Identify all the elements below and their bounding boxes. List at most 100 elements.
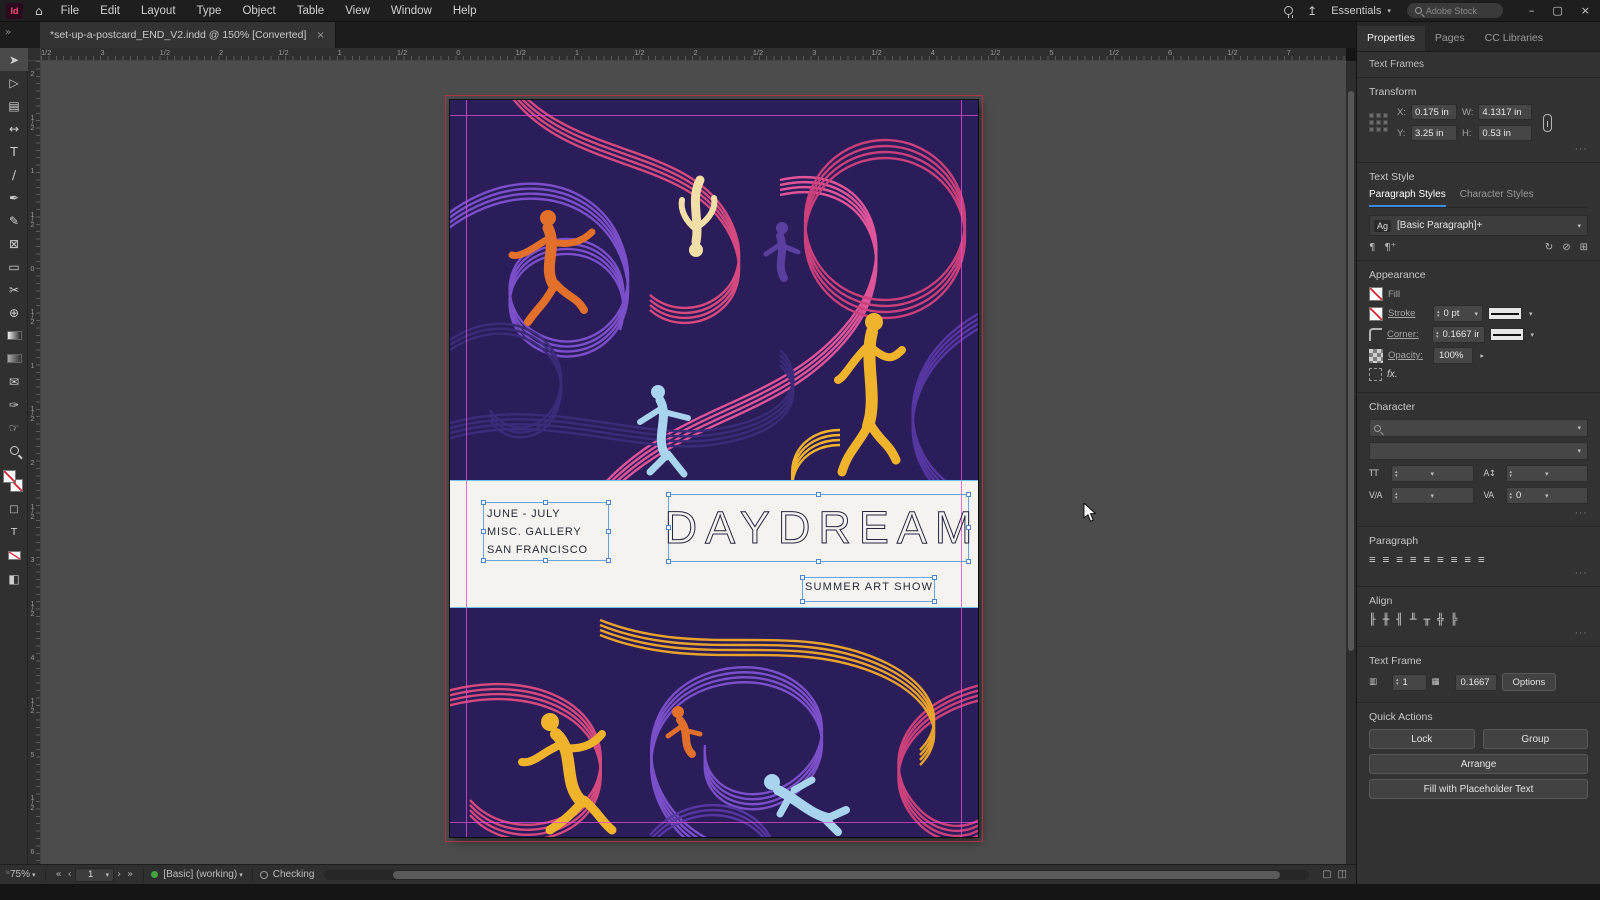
panel-collapse-icon[interactable]: » [5,27,11,38]
clear-overrides-icon[interactable]: ⊘ [1562,242,1570,253]
selection-handle[interactable] [606,558,611,563]
inset-stepper[interactable] [1454,673,1497,691]
x-input[interactable] [1410,104,1457,120]
object-effects-icon[interactable] [1369,368,1382,381]
more-options-button[interactable]: ··· [1369,629,1588,639]
preflight-profile[interactable]: [Basic] (working) [163,869,237,880]
close-button[interactable]: × [1581,4,1590,17]
kerning-stepper[interactable]: ▴ ▾ ▾ [1391,487,1474,504]
paragraph-align-button[interactable]: ≡ [1424,553,1431,566]
corner-radius-input[interactable] [1439,327,1482,342]
constrain-proportions-icon[interactable] [1543,113,1553,132]
bottom-panel-chevron-icon[interactable]: » [5,868,11,878]
tab-cc-libraries[interactable]: CC Libraries [1475,26,1553,51]
columns-input[interactable] [1399,675,1424,689]
align-button[interactable]: ╥ [1424,613,1431,626]
paragraph-align-button[interactable]: ≡ [1410,553,1417,566]
fill-swatch[interactable] [3,470,16,483]
arrange-button[interactable]: Arrange [1369,754,1588,774]
direct-selection-tool[interactable]: ▷ [0,71,28,94]
page-number-input[interactable] [77,869,104,880]
selection-handle[interactable] [543,500,548,505]
postcard-page[interactable]: JUNE - JULY MISC. GALLERY SAN FRANCISCO … [445,95,983,842]
hand-tool[interactable]: ☞ [0,416,28,439]
menu-object[interactable]: Object [242,5,275,17]
font-family-dropdown[interactable]: ▾ [1369,419,1588,437]
scrollbar-thumb[interactable] [393,870,1280,879]
gap-tool[interactable]: ↔ [0,117,28,140]
paragraph-align-button[interactable]: ≡ [1369,553,1376,566]
stepper-arrows-icon[interactable]: ▴ ▾ [1435,330,1440,339]
more-options-button[interactable]: ··· [1369,509,1588,519]
selection-handle[interactable] [481,500,486,505]
scrollbar-thumb[interactable] [1348,91,1354,651]
split-view-icon[interactable]: ◫ [1335,869,1350,880]
scissors-tool[interactable]: ✂ [0,278,28,301]
h-input[interactable] [1478,125,1533,141]
ruler-origin-box[interactable] [28,48,41,61]
workspace-switcher[interactable]: Essentials ▾ [1331,5,1393,17]
selection-tool[interactable]: ➤ [0,48,28,71]
w-input[interactable] [1478,104,1533,120]
minimize-button[interactable]: – [1529,4,1535,17]
line-tool[interactable]: ∕ [0,163,28,186]
apply-none-button[interactable] [0,544,28,567]
selection-handle[interactable] [966,525,971,530]
formatting-affects-text-button[interactable]: T [0,521,28,544]
eyedropper-tool[interactable]: ✑ [0,393,28,416]
more-options-button[interactable]: ··· [1369,569,1588,579]
info-text-frame[interactable]: JUNE - JULY MISC. GALLERY SAN FRANCISCO [481,500,611,563]
stroke-color-swatch[interactable] [1369,306,1383,321]
align-button[interactable]: ╠ [1451,613,1458,626]
align-button[interactable]: ╬ [1437,613,1444,626]
selection-handle[interactable] [666,492,671,497]
selection-handle[interactable] [800,575,805,580]
menu-view[interactable]: View [345,5,370,17]
selection-handle[interactable] [966,559,971,564]
indesign-logo[interactable]: Id [6,2,23,19]
paragraph-align-button[interactable]: ≡ [1396,553,1403,566]
style-options-icon[interactable]: ⊞ [1580,242,1588,253]
stroke-weight-stepper[interactable]: ▴▾ ▾ [1433,305,1484,322]
tab-properties[interactable]: Properties [1357,26,1425,51]
pencil-tool[interactable]: ✎ [0,209,28,232]
subtitle-text-frame[interactable]: SUMMER ART SHOW [800,575,937,604]
title-text-frame[interactable]: DAYDREAM [664,492,973,564]
fx-label[interactable]: fx. [1387,369,1398,380]
inset-input[interactable] [1457,675,1494,689]
vertical-scrollbar[interactable] [1346,61,1356,864]
selection-handle[interactable] [543,558,548,563]
selection-handle[interactable] [932,575,937,580]
group-button[interactable]: Group [1482,729,1588,749]
horizontal-scrollbar[interactable] [324,869,1310,880]
font-family-input[interactable] [1381,422,1576,434]
previous-page-button[interactable]: ‹ [65,869,75,880]
screen-mode-button[interactable]: ◧ [0,567,28,590]
fill-with-placeholder-button[interactable]: Fill with Placeholder Text [1369,779,1588,799]
selection-handle[interactable] [815,492,821,497]
menu-file[interactable]: File [61,5,80,17]
search-input[interactable] [1425,5,1496,16]
gradient-feather-tool[interactable] [0,347,28,370]
stroke-weight-input[interactable] [1440,306,1473,321]
opacity-input[interactable] [1436,348,1470,363]
page-number-box[interactable]: ▾ [74,867,115,882]
tab-paragraph-styles[interactable]: Paragraph Styles [1369,189,1446,207]
paragraph-align-button[interactable]: ≡ [1437,553,1444,566]
restore-button[interactable]: ▢ [1552,4,1562,17]
lightbulb-icon[interactable] [1284,6,1294,18]
next-page-button[interactable]: › [114,869,124,880]
selection-handle[interactable] [606,500,611,505]
menu-type[interactable]: Type [197,5,222,17]
paragraph-align-button[interactable]: ≡ [1383,553,1390,566]
tracking-stepper[interactable]: ▴▾ ▾ [1505,487,1588,504]
menu-window[interactable]: Window [391,5,432,17]
kerning-input[interactable] [1398,488,1429,503]
type-tool[interactable]: T [0,140,28,163]
stroke-label[interactable]: Stroke [1388,308,1428,319]
stroke-style-preview[interactable] [1488,307,1523,320]
paragraph-mark-icon[interactable]: ¶ [1369,242,1375,253]
align-button[interactable]: ╫ [1383,613,1390,626]
document-tab[interactable]: *set-up-a-postcard_END_V2.indd @ 150% [C… [40,22,336,48]
align-button[interactable]: ╨ [1410,613,1417,626]
